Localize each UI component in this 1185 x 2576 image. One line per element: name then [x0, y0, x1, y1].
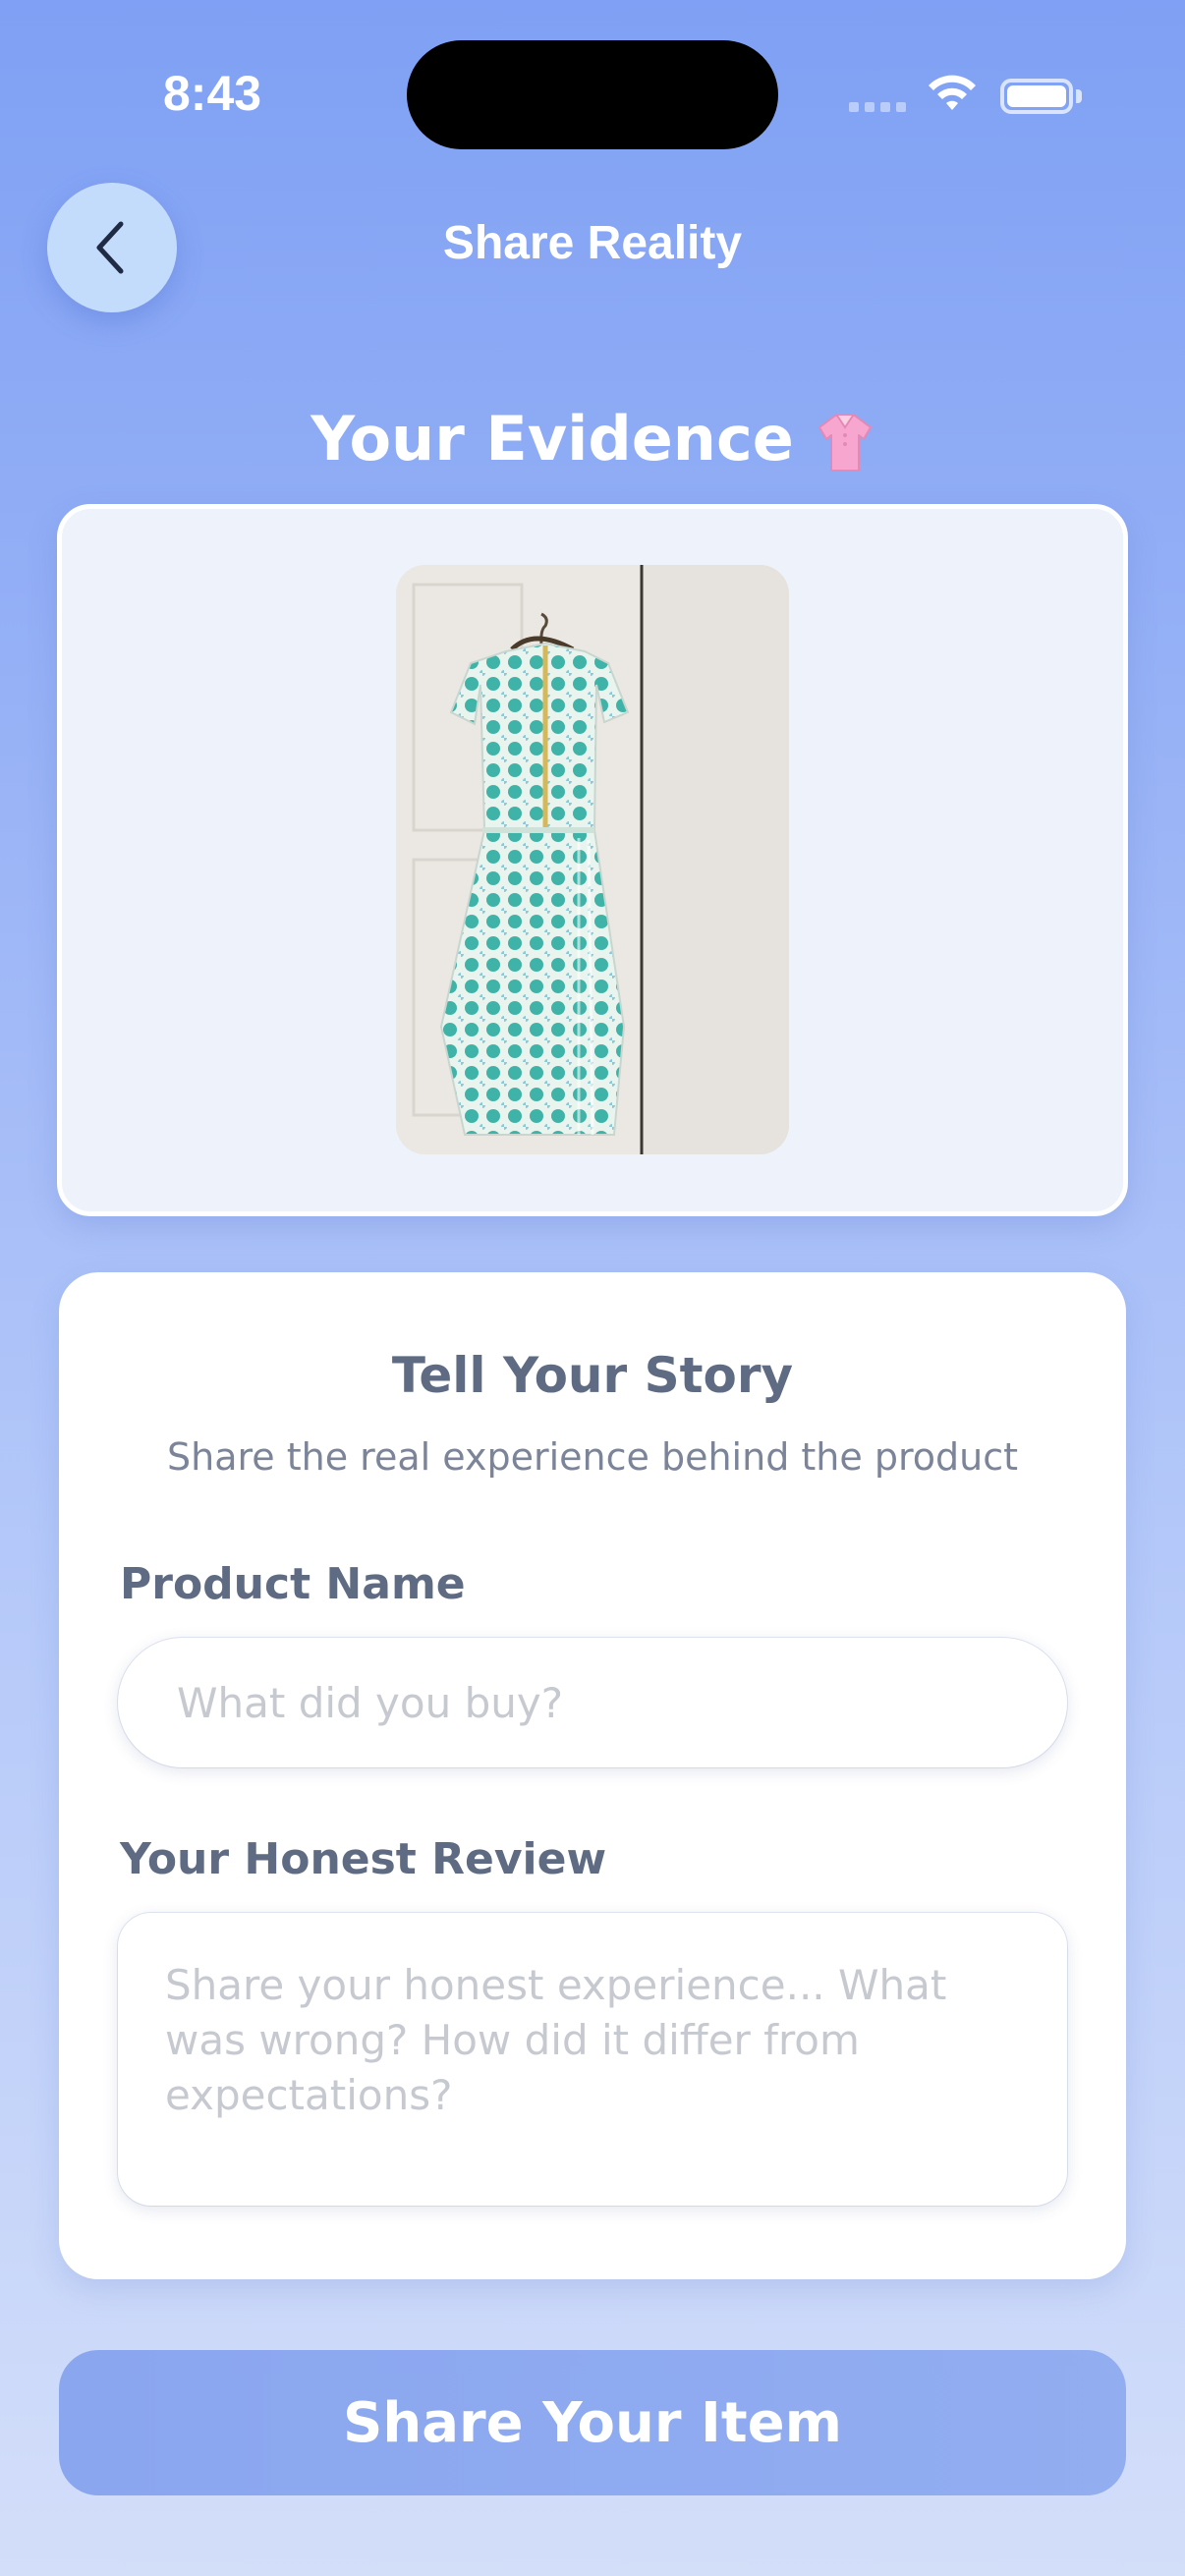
review-label: Your Honest Review — [120, 1834, 607, 1884]
evidence-card[interactable] — [57, 504, 1128, 1216]
share-button-label: Share Your Item — [343, 2390, 842, 2455]
status-bar: 8:43 — [0, 0, 1185, 196]
page-title: Share Reality — [442, 217, 743, 269]
product-name-label: Product Name — [120, 1559, 466, 1609]
evidence-heading: Your Evidence — [0, 403, 1185, 475]
share-item-button[interactable]: Share Your Item — [59, 2350, 1126, 2495]
review-textarea[interactable] — [118, 1913, 1067, 2206]
dress-photo[interactable] — [396, 565, 789, 1154]
shirt-icon — [816, 412, 875, 475]
story-title: Tell Your Story — [391, 1347, 794, 1404]
wifi-icon — [929, 75, 976, 110]
status-time: 8:43 — [163, 66, 262, 121]
signal-icon — [849, 102, 906, 112]
battery-icon — [1000, 79, 1073, 114]
story-card: Tell Your Story Share the real experienc… — [59, 1272, 1126, 2279]
product-name-input[interactable] — [118, 1638, 1067, 1767]
battery-cap — [1076, 89, 1082, 103]
evidence-title: Your Evidence — [310, 403, 794, 475]
dynamic-island — [407, 40, 778, 149]
story-subtitle: Share the real experience behind the pro… — [167, 1435, 1018, 1479]
